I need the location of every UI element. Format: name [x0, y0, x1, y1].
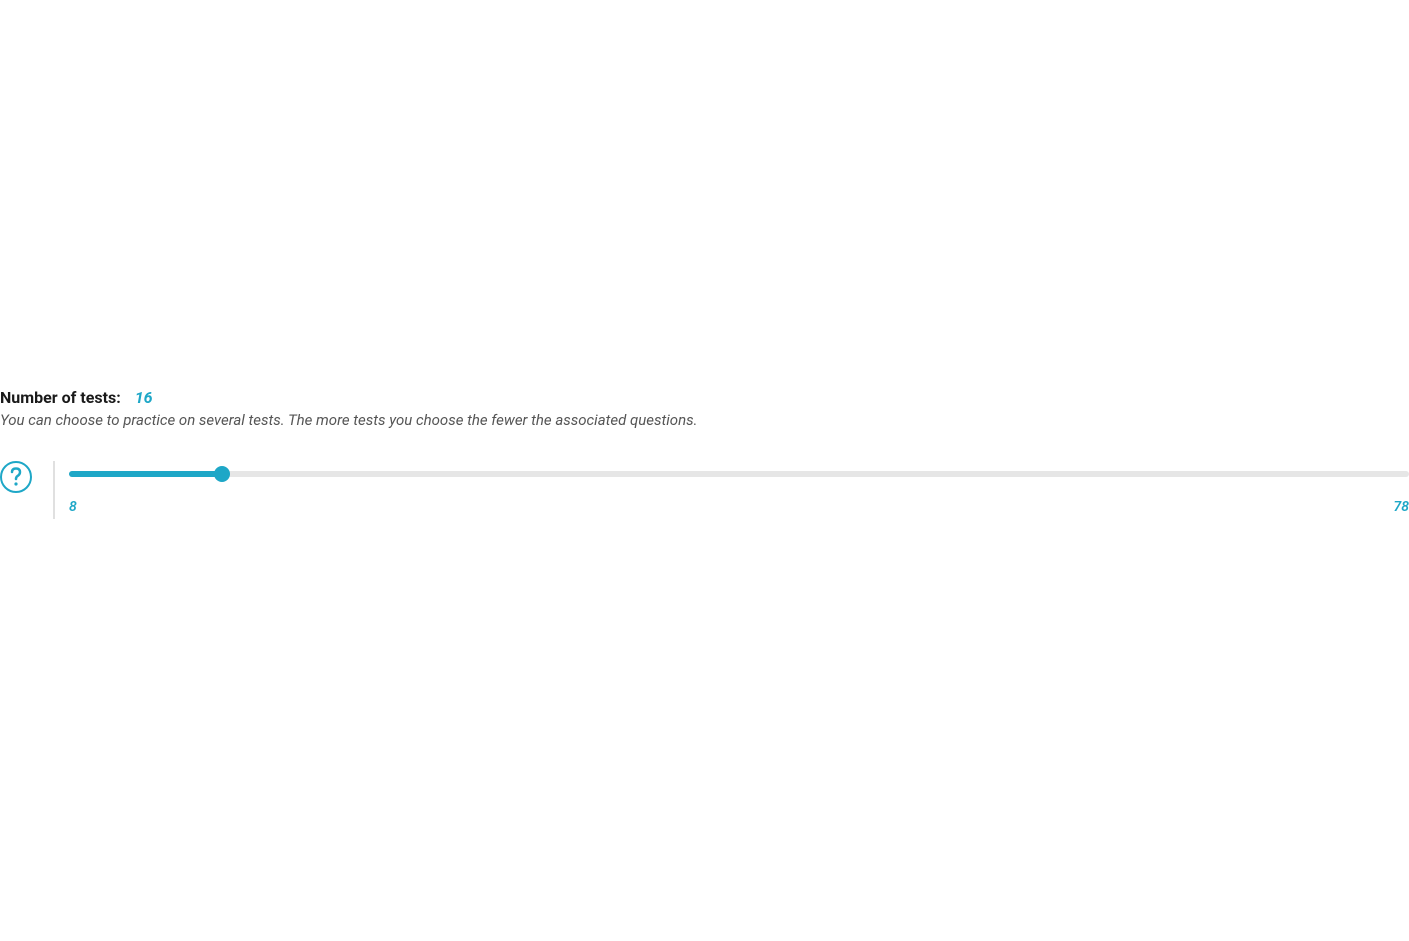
slider-fill — [69, 471, 222, 477]
slider-label: Number of tests: — [0, 388, 121, 407]
help-icon-wrapper — [0, 461, 32, 493]
slider-current-value: 16 — [135, 388, 153, 407]
help-icon[interactable] — [0, 461, 32, 493]
question-mark-icon — [9, 467, 23, 487]
slider-track[interactable] — [69, 471, 1409, 477]
slider-description: You can choose to practice on several te… — [0, 411, 1409, 429]
slider-control-section: Number of tests: 16 You can choose to pr… — [0, 388, 1409, 519]
slider-thumb[interactable] — [214, 466, 230, 482]
slider-min-label: 8 — [69, 499, 77, 515]
slider-row: 8 78 — [0, 461, 1409, 519]
slider-max-label: 78 — [1393, 499, 1409, 515]
vertical-divider — [53, 461, 55, 519]
header-row: Number of tests: 16 — [0, 388, 1409, 407]
slider-wrapper: 8 78 — [69, 461, 1409, 515]
slider-range-labels: 8 78 — [69, 499, 1409, 515]
